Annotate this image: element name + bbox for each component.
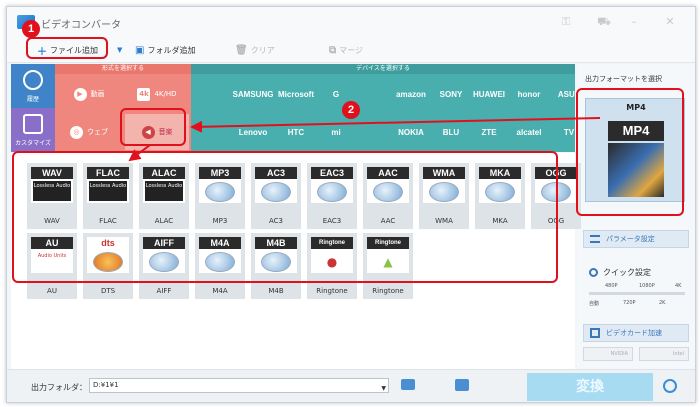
nav-history[interactable]: 履歴: [11, 64, 55, 108]
format-tile-label: Ringtone: [372, 287, 404, 295]
device-panel: デバイスを選択する SAMSUNG Microsoft Gamazon SONY HUA…: [191, 64, 580, 152]
parameter-settings-label: パラメータ設定: [606, 235, 655, 243]
minimize-icon[interactable]: –: [627, 15, 641, 29]
format-tile-label: Ringtone: [316, 287, 348, 295]
device-row1-8[interactable]: honor: [509, 76, 549, 112]
folder-plus-icon: ▣: [135, 44, 145, 56]
video-icon: ▶: [73, 87, 87, 101]
add-folder-button[interactable]: ▣ フォルダ追加: [135, 43, 195, 57]
device-row1-5[interactable]: amazon: [391, 76, 431, 112]
tick-480p: 480P: [605, 283, 618, 289]
open-folder-icon[interactable]: [455, 379, 469, 391]
quick-settings-icon: [589, 268, 598, 277]
folder-icon[interactable]: [401, 379, 415, 390]
annotation-box-format-grid: [12, 151, 558, 283]
device-row2-8[interactable]: alcatel: [509, 114, 549, 150]
convert-button[interactable]: 変換: [527, 373, 653, 401]
trash-icon: 🗑: [235, 44, 248, 56]
chevron-down-icon[interactable]: ▼: [381, 382, 386, 395]
tick-720p: 720P: [623, 300, 636, 306]
quality-slider[interactable]: [589, 292, 685, 295]
format-tile-label: M4A: [212, 287, 228, 295]
gpu-acceleration-label: ビデオカード加速: [606, 329, 662, 337]
annotation-box-add-file: [26, 37, 108, 59]
annotation-step-1: 1: [22, 20, 40, 38]
output-folder-field[interactable]: D:¥1¥1 ▼: [89, 378, 389, 393]
key-icon[interactable]: ⚿: [559, 15, 573, 29]
device-row2-3[interactable]: mi: [319, 114, 353, 150]
toolbar: ＋ ファイル追加 ▼ ▣ フォルダ追加 🗑 クリア ⧉ マージ: [7, 37, 695, 63]
device-row2-0[interactable]: [195, 114, 231, 150]
format-web-label: ウェブ: [87, 128, 108, 136]
alarm-icon[interactable]: [663, 379, 677, 393]
4k-icon: 4k: [137, 87, 151, 101]
annotation-step-2: 2: [342, 101, 360, 119]
add-folder-label: フォルダ追加: [147, 45, 196, 55]
format-4khd[interactable]: 4k 4K/HD: [125, 76, 189, 112]
annotation-box-output-format: [576, 88, 684, 216]
sliders-icon: [590, 235, 600, 243]
clock-icon: [23, 69, 43, 90]
device-row1-4[interactable]: [355, 76, 389, 112]
device-row2-1[interactable]: Lenovo: [233, 114, 273, 150]
app-title: ビデオコンバータ: [41, 20, 121, 31]
gear-icon: [23, 113, 43, 134]
format-tile-label: AU: [47, 287, 57, 295]
device-row1-0[interactable]: [195, 76, 231, 112]
nvidia-chip[interactable]: NVIDIA: [583, 347, 633, 361]
tick-2k: 2K: [659, 300, 666, 306]
merge-icon: ⧉: [329, 44, 337, 56]
format-web[interactable]: ◎ ウェブ: [57, 114, 121, 150]
left-nav: 履歴 カスタマイズ: [11, 64, 55, 152]
tick-4k: 4K: [675, 283, 682, 289]
format-tile-label: AIFF: [156, 287, 172, 295]
parameter-settings-button[interactable]: パラメータ設定: [583, 230, 689, 248]
device-row1-6[interactable]: SONY: [433, 76, 469, 112]
gpu-acceleration-button[interactable]: ビデオカード加速: [583, 324, 689, 342]
close-icon[interactable]: ✕: [663, 15, 677, 29]
merge-button[interactable]: ⧉ マージ: [329, 43, 363, 57]
device-row1-2[interactable]: Microsoft: [275, 76, 317, 112]
add-file-dropdown[interactable]: ▼: [117, 43, 122, 57]
device-row2-5[interactable]: NOKIA: [391, 114, 431, 150]
device-panel-header: デバイスを選択する: [191, 64, 575, 74]
output-folder-label: 出力フォルダ：: [31, 383, 87, 392]
format-video-label: 動画: [90, 90, 105, 98]
chevron-down-icon: ▼: [117, 46, 123, 54]
nav-custom-label: カスタマイズ: [15, 139, 51, 147]
format-panel-header: 形式を選択する: [55, 64, 191, 74]
device-row2-4[interactable]: [355, 114, 389, 150]
format-tile-label: M4B: [268, 287, 284, 295]
annotation-box-music: [120, 108, 186, 146]
output-format-title: 出力フォーマットを選択: [585, 75, 662, 83]
tick-1080p: 1080P: [639, 283, 655, 289]
title-bar: ビデオコンバータ ⚿ ⛟ – ✕: [7, 7, 695, 37]
device-row2-7[interactable]: ZTE: [471, 114, 507, 150]
clear-button[interactable]: 🗑 クリア: [235, 43, 275, 57]
intel-chip[interactable]: Intel: [639, 347, 689, 361]
output-folder-path: D:¥1¥1: [93, 381, 119, 389]
nav-custom[interactable]: カスタマイズ: [11, 108, 55, 152]
web-icon: ◎: [70, 125, 83, 139]
bottom-bar: 出力フォルダ： D:¥1¥1 ▼ 変換: [7, 369, 695, 402]
tick-auto: 自動: [589, 301, 600, 307]
device-row2-2[interactable]: HTC: [275, 114, 317, 150]
quick-settings-label: クイック設定: [603, 268, 651, 277]
nav-history-label: 履歴: [26, 95, 39, 103]
format-4khd-label: 4K/HD: [154, 90, 177, 98]
device-row2-6[interactable]: BLU: [433, 114, 469, 150]
chip-icon: [590, 328, 600, 338]
clear-label: クリア: [250, 45, 275, 55]
merge-label: マージ: [339, 45, 363, 55]
device-row1-7[interactable]: HUAWEI: [471, 76, 507, 112]
cart-icon[interactable]: ⛟: [597, 15, 611, 29]
format-video[interactable]: ▶ 動画: [57, 76, 121, 112]
format-tile-label: DTS: [100, 287, 116, 295]
device-row1-1[interactable]: SAMSUNG: [233, 76, 274, 112]
